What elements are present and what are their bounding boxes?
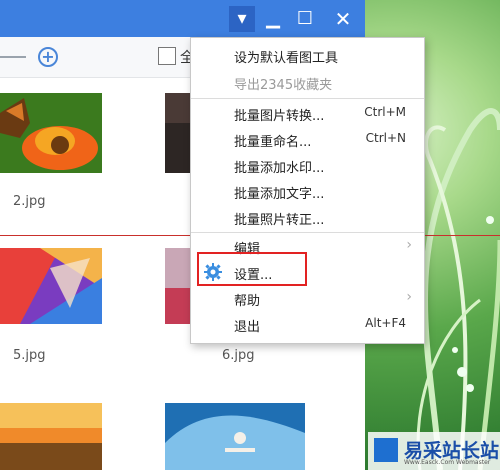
thumbnail-sunset[interactable] [0,403,102,470]
select-all-checkbox[interactable] [158,47,176,65]
minimize-icon[interactable]: ▁ [260,6,286,32]
thumbnail-label: 5.jpg [13,348,46,363]
menu-item-set-default-viewer[interactable]: 设为默认看图工具 [191,42,424,68]
maximize-icon[interactable]: ☐ [292,6,318,32]
thumbnail-surfer[interactable] [165,403,305,470]
thumbnail-label: 2.jpg [13,194,46,209]
menu-item-help[interactable]: 帮助 › [191,285,424,311]
zoom-slider[interactable] [0,56,26,58]
settings-highlight-annotation [197,252,307,286]
menu-item-batch-watermark[interactable]: 批量添加水印... [191,152,424,178]
menu-item-batch-rotate[interactable]: 批量照片转正... [191,204,424,230]
chevron-right-icon: › [406,237,412,253]
watermark: 易采站长站 Www.Easck.Com Webmaster [368,432,500,470]
menu-separator [191,98,424,99]
thumbnail-label: 6.jpg [222,348,255,363]
menu-item-exit[interactable]: 退出 Alt+F4 [191,311,424,337]
site-logo-icon [374,438,398,462]
close-icon[interactable]: ✕ [330,6,356,32]
zoom-in-icon[interactable]: + [38,47,58,67]
thumbnail-5-jpg[interactable] [0,248,102,324]
menu-item-export-favorites: 导出2345收藏夹 [234,78,333,93]
menu-item-batch-rename[interactable]: 批量重命名... Ctrl+N [191,126,424,152]
menu-item-batch-convert[interactable]: 批量图片转换... Ctrl+M [191,100,424,126]
title-bar: ▾ ▁ ☐ ✕ [0,0,365,37]
thumbnail-2-jpg[interactable] [0,93,102,173]
main-dropdown-menu: 设为默认看图工具 导出2345收藏夹 批量图片转换... Ctrl+M 批量重命… [190,37,425,344]
chevron-right-icon: › [406,289,412,305]
chevron-down-icon[interactable]: ▾ [229,6,255,32]
menu-item-batch-add-text[interactable]: 批量添加文字... [191,178,424,204]
watermark-subtext: Www.Easck.Com Webmaster [404,459,491,466]
thumbnail-3-jpg[interactable] [165,93,193,173]
